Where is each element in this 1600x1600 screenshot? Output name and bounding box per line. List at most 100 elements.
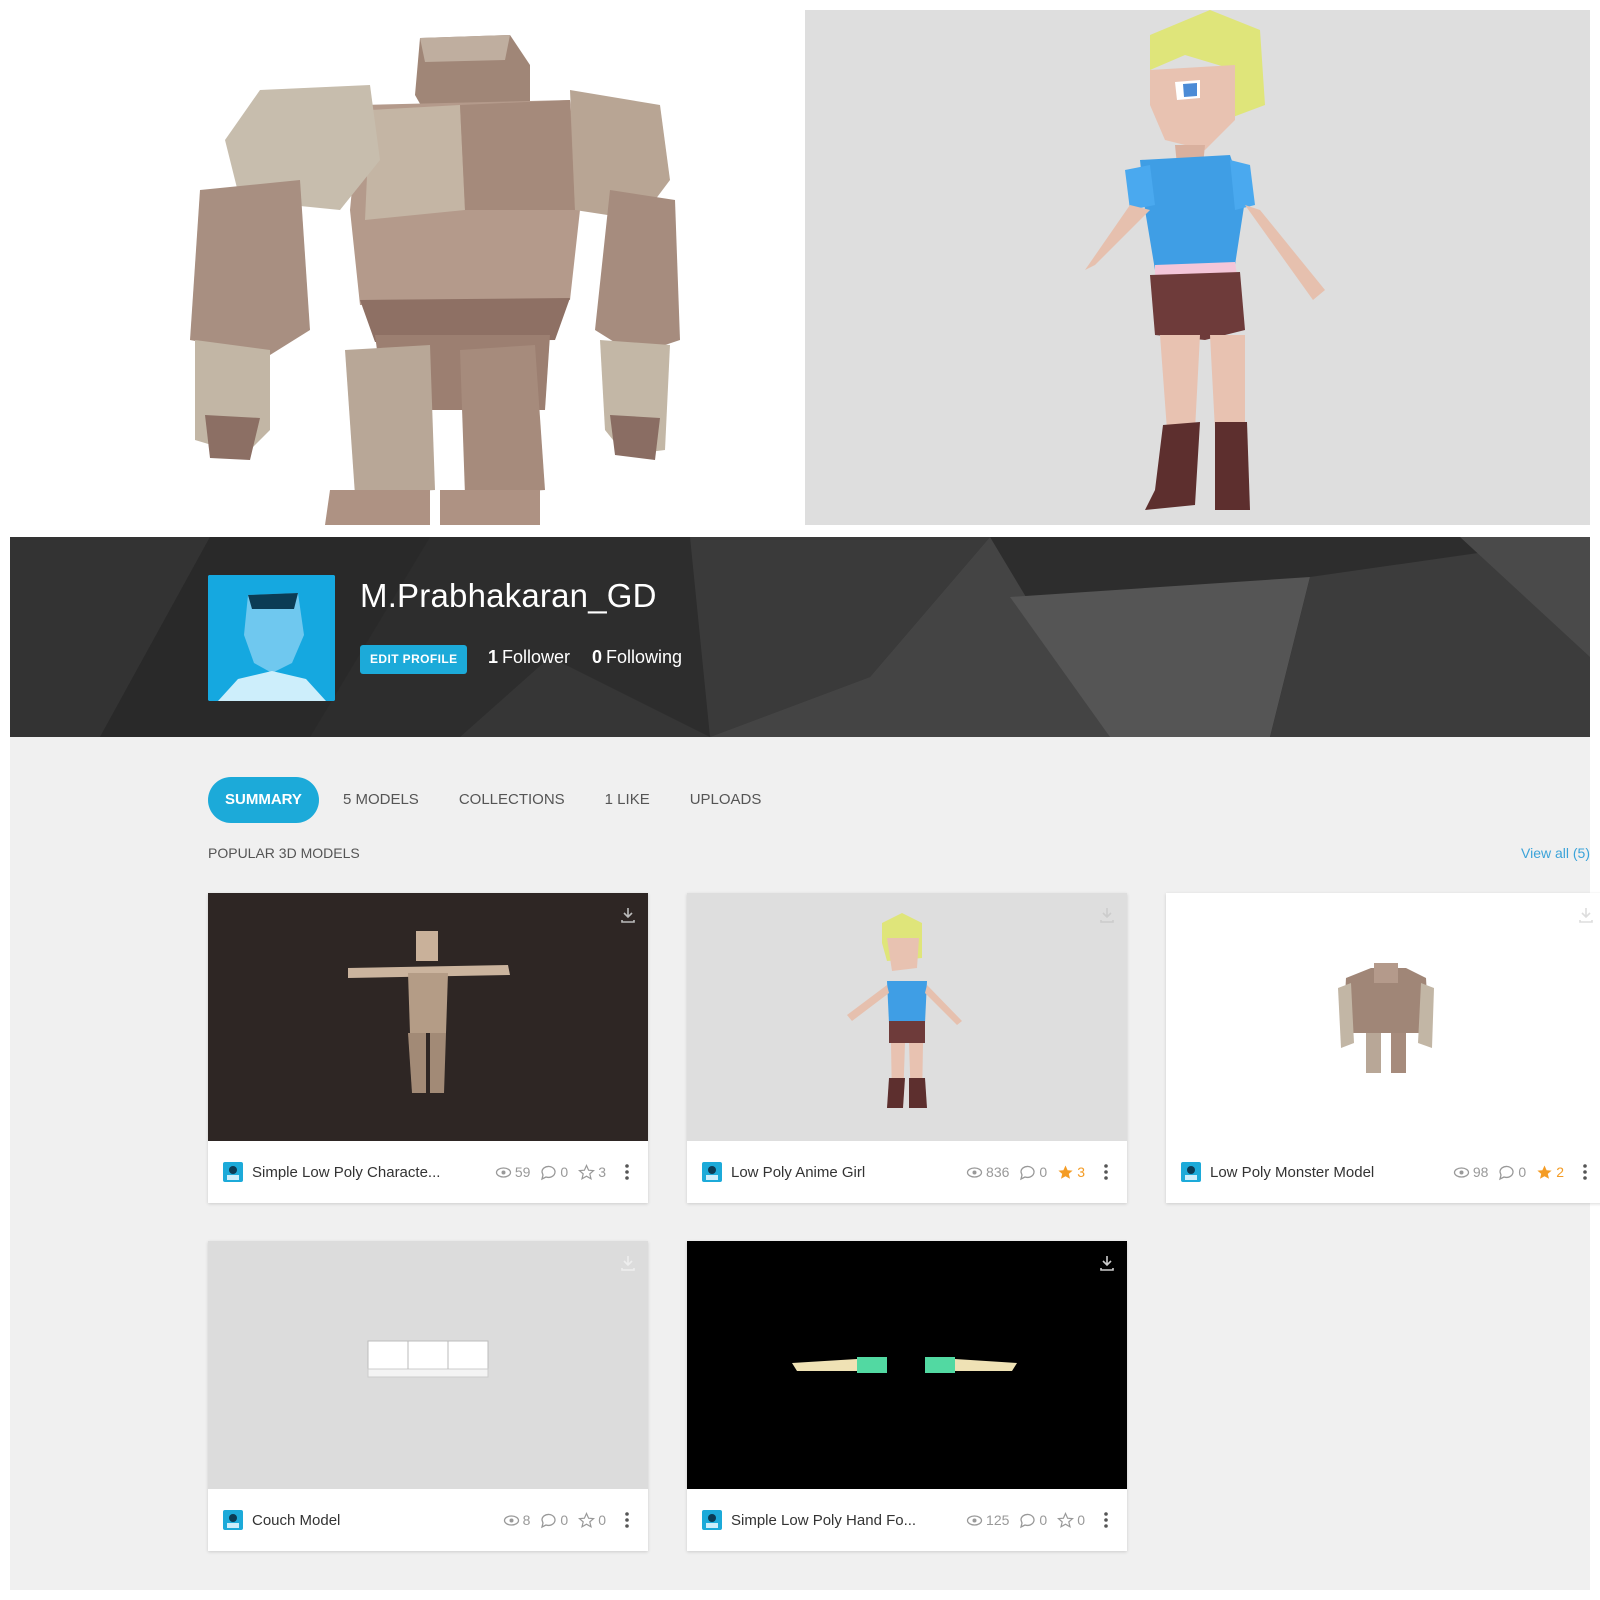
tab-models[interactable]: 5 MODELS — [327, 777, 435, 823]
comment-icon — [541, 1513, 557, 1528]
anime-girl-model-image — [1085, 10, 1325, 510]
following-label: Following — [606, 647, 683, 667]
more-options-icon[interactable] — [620, 1510, 634, 1530]
download-icon[interactable] — [1097, 905, 1117, 925]
comments-stat[interactable]: 0 — [1498, 1164, 1526, 1181]
likes-count: 0 — [598, 1512, 606, 1528]
download-icon[interactable] — [1097, 1253, 1117, 1273]
section-title: POPULAR 3D MODELS — [208, 845, 360, 861]
profile-tabs: SUMMARY 5 MODELS COLLECTIONS 1 LIKE UPLO… — [208, 777, 785, 823]
comments-count: 0 — [1039, 1164, 1048, 1180]
model-card[interactable]: Simple Low Poly Characte... 59 0 3 — [208, 893, 648, 1203]
comments-count: 0 — [560, 1512, 569, 1528]
views-stat: 98 — [1453, 1164, 1489, 1181]
comments-stat[interactable]: 0 — [1019, 1164, 1047, 1181]
model-card-footer: Simple Low Poly Hand Fo... 125 0 0 — [687, 1489, 1127, 1551]
monster-model-preview — [10, 10, 790, 525]
views-count: 98 — [1472, 1164, 1489, 1180]
comments-stat[interactable]: 0 — [540, 1512, 568, 1529]
likes-stat[interactable]: 0 — [578, 1511, 606, 1529]
eye-icon — [1453, 1166, 1469, 1178]
eye-icon — [966, 1166, 983, 1178]
model-title[interactable]: Simple Low Poly Characte... — [252, 1164, 495, 1181]
model-card[interactable]: Low Poly Anime Girl 836 0 3 — [687, 893, 1127, 1203]
comments-count: 0 — [560, 1164, 569, 1180]
model-title[interactable]: Low Poly Monster Model — [1210, 1164, 1453, 1181]
more-options-icon[interactable] — [1099, 1162, 1113, 1182]
model-thumbnail[interactable] — [687, 1241, 1127, 1489]
comments-count: 0 — [1518, 1164, 1527, 1180]
model-card[interactable]: Simple Low Poly Hand Fo... 125 0 0 — [687, 1241, 1127, 1551]
model-card-footer: Low Poly Anime Girl 836 0 3 — [687, 1141, 1127, 1203]
more-options-icon[interactable] — [620, 1162, 634, 1182]
tab-collections[interactable]: COLLECTIONS — [443, 777, 581, 823]
views-count: 125 — [986, 1512, 1010, 1528]
more-options-icon[interactable] — [1578, 1162, 1592, 1182]
model-card-footer: Simple Low Poly Characte... 59 0 3 — [208, 1141, 648, 1203]
star-filled-icon — [1058, 1165, 1073, 1179]
model-stats: 8 0 0 — [503, 1511, 616, 1529]
more-options-icon[interactable] — [1099, 1510, 1113, 1530]
model-thumbnail[interactable] — [208, 1241, 648, 1489]
model-stats: 125 0 0 — [966, 1511, 1095, 1529]
comment-icon — [541, 1165, 557, 1180]
followers-label: Follower — [502, 647, 571, 667]
likes-count: 3 — [1077, 1164, 1085, 1180]
likes-stat[interactable]: 0 — [1057, 1511, 1085, 1529]
comment-icon — [1499, 1165, 1515, 1180]
following-count[interactable]: 0 Following — [592, 647, 682, 668]
model-thumbnail[interactable] — [687, 893, 1127, 1141]
star-icon — [1057, 1511, 1075, 1528]
likes-stat[interactable]: 3 — [1057, 1164, 1085, 1181]
model-card-footer: Couch Model 8 0 0 — [208, 1489, 648, 1551]
comments-stat[interactable]: 0 — [1019, 1512, 1047, 1529]
model-stats: 836 0 3 — [966, 1164, 1095, 1181]
likes-count: 3 — [598, 1164, 606, 1180]
eye-icon — [495, 1166, 511, 1178]
likes-stat[interactable]: 2 — [1536, 1164, 1564, 1181]
profile-username: M.Prabhakaran_GD — [360, 577, 657, 614]
eye-icon — [966, 1514, 983, 1526]
views-count: 59 — [514, 1164, 531, 1180]
model-title[interactable]: Low Poly Anime Girl — [731, 1164, 966, 1181]
tab-summary[interactable]: SUMMARY — [208, 777, 319, 823]
view-all-link[interactable]: View all (5) — [1521, 845, 1590, 861]
model-type-icon — [702, 1510, 722, 1530]
download-icon[interactable] — [618, 905, 638, 925]
comments-stat[interactable]: 0 — [540, 1164, 568, 1181]
edit-profile-button[interactable]: EDIT PROFILE — [360, 645, 468, 674]
profile-content: SUMMARY 5 MODELS COLLECTIONS 1 LIKE UPLO… — [10, 737, 1600, 1590]
avatar[interactable] — [208, 575, 335, 701]
model-card[interactable]: Low Poly Monster Model 98 0 2 — [1166, 893, 1600, 1203]
profile-banner: M.Prabhakaran_GD EDIT PROFILE 1 Follower … — [10, 537, 1590, 737]
followers-number: 1 — [488, 647, 499, 667]
star-filled-icon — [1537, 1165, 1552, 1179]
anime-girl-model-preview — [805, 10, 1590, 525]
likes-stat[interactable]: 3 — [578, 1163, 606, 1181]
model-stats: 98 0 2 — [1453, 1164, 1574, 1181]
model-stats: 59 0 3 — [495, 1163, 616, 1181]
model-type-icon — [1181, 1162, 1201, 1182]
views-stat: 8 — [503, 1512, 531, 1529]
download-icon[interactable] — [1576, 905, 1596, 925]
views-count: 8 — [522, 1512, 531, 1528]
model-card[interactable]: Couch Model 8 0 0 — [208, 1241, 648, 1551]
tab-uploads[interactable]: UPLOADS — [674, 777, 778, 823]
views-stat: 836 — [966, 1164, 1009, 1181]
tab-likes[interactable]: 1 LIKE — [589, 777, 666, 823]
likes-count: 2 — [1556, 1164, 1564, 1180]
download-icon[interactable] — [618, 1253, 638, 1273]
comment-icon — [1020, 1513, 1036, 1528]
following-number: 0 — [592, 647, 603, 667]
model-type-icon — [702, 1162, 722, 1182]
model-thumbnail[interactable] — [1166, 893, 1600, 1141]
model-title[interactable]: Simple Low Poly Hand Fo... — [731, 1512, 966, 1529]
model-card-footer: Low Poly Monster Model 98 0 2 — [1166, 1141, 1600, 1203]
views-stat: 125 — [966, 1512, 1009, 1529]
model-thumbnail[interactable] — [208, 893, 648, 1141]
monster-model-image — [190, 35, 680, 525]
star-icon — [578, 1163, 596, 1180]
followers-count[interactable]: 1 Follower — [488, 647, 570, 668]
model-title[interactable]: Couch Model — [252, 1512, 503, 1529]
comments-count: 0 — [1039, 1512, 1048, 1528]
